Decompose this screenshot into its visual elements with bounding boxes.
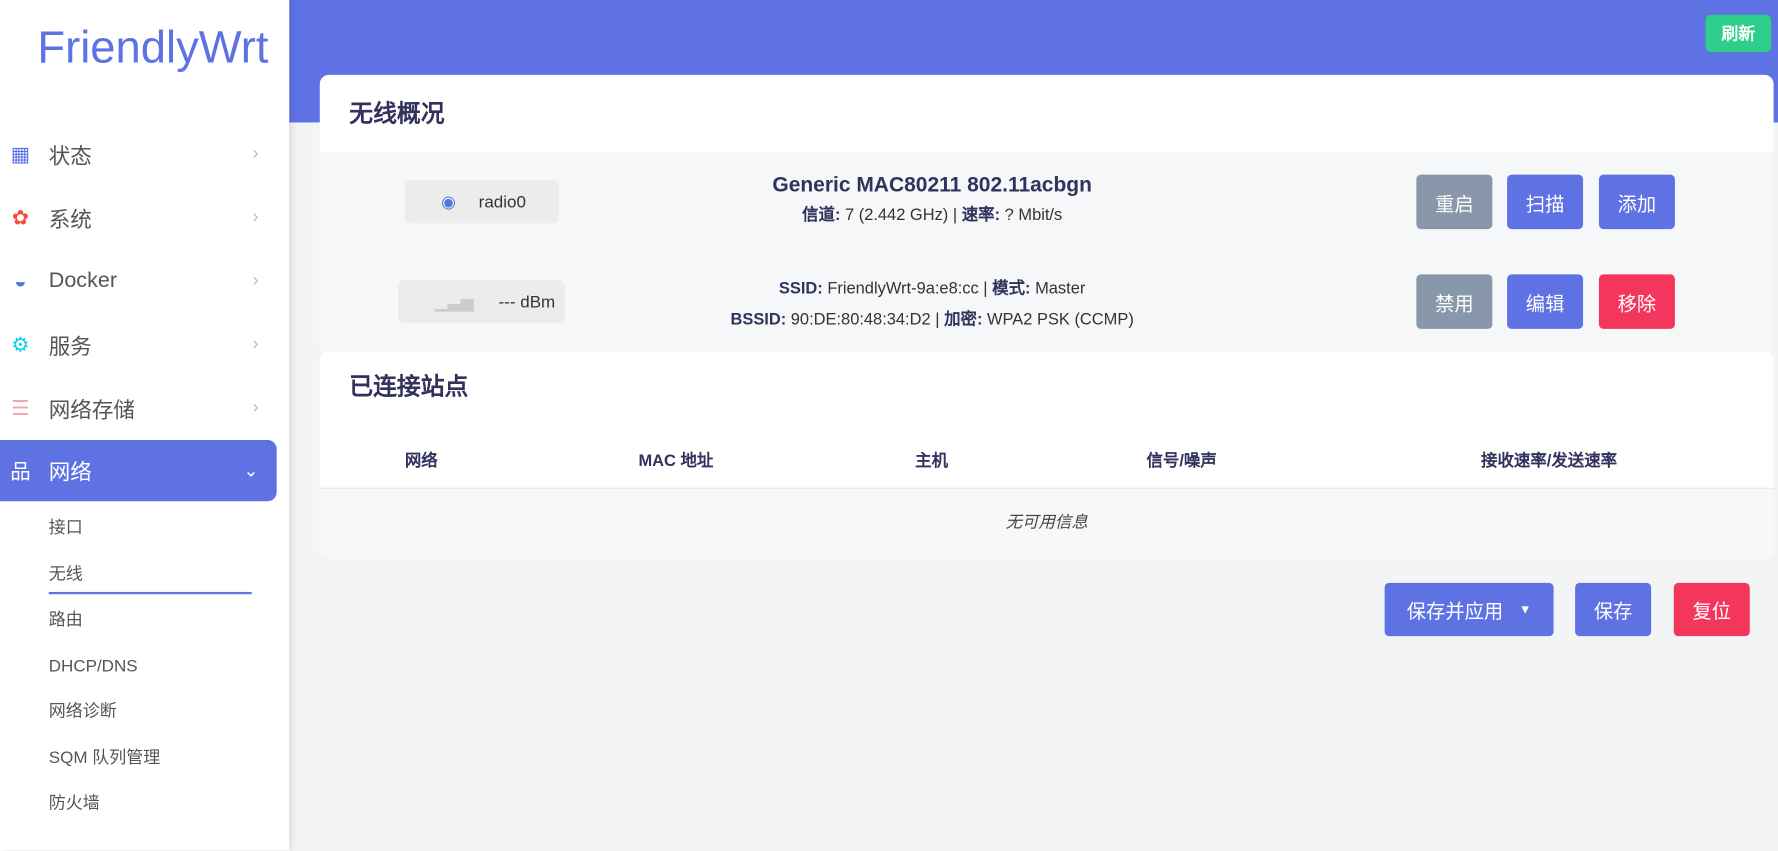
docker-icon: ◒ xyxy=(14,269,27,293)
bssid-value: 90:DE:80:48:34:D2 xyxy=(790,310,931,329)
dashboard-icon: ▦ xyxy=(10,142,31,165)
column-header: 信号/噪声 xyxy=(1146,452,1217,471)
add-button[interactable]: 添加 xyxy=(1598,174,1675,230)
sidebar-item-label: Docker xyxy=(48,268,118,293)
column-header: 主机 xyxy=(915,452,949,471)
restart-button[interactable]: 重启 xyxy=(1416,174,1493,230)
section-title: 已连接站点 xyxy=(349,374,469,401)
chevron-right-icon: › xyxy=(252,207,259,227)
mode-label: 模式: xyxy=(992,280,1031,299)
radio-model: Generic MAC80211 802.11acbgn xyxy=(772,172,1092,197)
sidebar-item-label: 网络 xyxy=(48,460,92,485)
network-info: SSID: FriendlyWrt-9a:e8:cc | 模式: Master … xyxy=(730,280,1134,329)
sidebar-item-label: 状态 xyxy=(48,144,92,169)
wireless-overview-card: 无线概况 ◉ radio0 Generic MAC80211 802.11acbg… xyxy=(319,74,1774,352)
save-apply-label: 保存并应用 xyxy=(1406,601,1504,623)
sidebar-item-label: 服务 xyxy=(48,335,92,359)
signal-icon: ▁▃▅ xyxy=(434,292,474,312)
radio-name: radio0 xyxy=(478,192,526,212)
ssid-label: SSID: xyxy=(778,280,823,299)
column-header: MAC 地址 xyxy=(638,452,714,471)
network-icon: 品 xyxy=(10,460,31,484)
sidebar-item-status[interactable]: ▦ 状态 › xyxy=(0,122,277,186)
rate-label: 速率: xyxy=(961,206,1001,225)
chevron-right-icon: › xyxy=(252,144,259,164)
refresh-button[interactable]: 刷新 xyxy=(1705,14,1772,53)
wireless-rows: ◉ radio0 Generic MAC80211 802.11acbgn 信道:… xyxy=(319,151,1774,352)
ssid-value: FriendlyWrt-9a:e8:cc xyxy=(827,280,979,299)
subitem-routes[interactable]: 路由 xyxy=(0,598,277,644)
column-header: 网络 xyxy=(404,452,438,471)
scan-button[interactable]: 扫描 xyxy=(1507,174,1584,230)
rate-value: ? Mbit/s xyxy=(1004,206,1063,225)
chevron-right-icon: › xyxy=(252,271,259,291)
mode-value: Master xyxy=(1035,280,1086,299)
bssid-label: BSSID: xyxy=(730,310,787,329)
subitem-interfaces[interactable]: 接口 xyxy=(0,506,277,552)
subitem-sqm[interactable]: SQM 队列管理 xyxy=(0,735,277,781)
chevron-right-icon: › xyxy=(252,398,259,418)
chevron-right-icon: › xyxy=(252,334,259,354)
reset-button[interactable]: 复位 xyxy=(1673,582,1750,637)
channel-label: 信道: xyxy=(802,206,841,225)
sidebar-item-nas[interactable]: ☰ 网络存储 › xyxy=(0,376,277,440)
disable-button[interactable]: 禁用 xyxy=(1416,274,1493,329)
subitem-firewall[interactable]: 防火墙 xyxy=(0,781,277,827)
chevron-down-icon: ⌄ xyxy=(243,461,259,481)
radio-icon: ◉ xyxy=(441,192,456,213)
subitem-wireless[interactable]: 无线 xyxy=(0,552,277,598)
subitem-diagnostics[interactable]: 网络诊断 xyxy=(0,689,277,735)
section-title: 无线概况 xyxy=(349,100,445,128)
sidebar-item-label: 系统 xyxy=(48,208,92,232)
database-icon: ☰ xyxy=(11,396,30,420)
empty-message: 无可用信息 xyxy=(1005,513,1088,532)
gears-icon: ⚙ xyxy=(11,332,30,356)
remove-button[interactable]: 移除 xyxy=(1598,274,1675,329)
encryption-label: 加密: xyxy=(944,310,983,329)
logo[interactable]: FriendlyWrt xyxy=(37,23,268,74)
radio-info: Generic MAC80211 802.11acbgn 信道: 7 (2.44… xyxy=(660,172,1204,225)
gear-icon: ✿ xyxy=(11,205,29,229)
encryption-value: WPA2 PSK (CCMP) xyxy=(987,310,1134,329)
sidebar-item-system[interactable]: ✿ 系统 › xyxy=(0,186,277,250)
sidebar: FriendlyWrt ▦ 状态 › ✿ 系统 › ◒ Docker › ⚙ 服务 › ☰ 网络存… xyxy=(0,0,290,851)
save-button[interactable]: 保存 xyxy=(1575,582,1652,637)
empty-row: 无可用信息 xyxy=(319,487,1774,560)
signal-badge: ▁▃▅ --- dBm xyxy=(398,280,565,324)
edit-button[interactable]: 编辑 xyxy=(1507,274,1584,329)
subitem-dhcp-dns[interactable]: DHCP/DNS xyxy=(0,644,277,690)
radio-badge: ◉ radio0 xyxy=(404,180,560,224)
column-header: 接收速率/发送速率 xyxy=(1481,452,1618,471)
sidebar-item-network[interactable]: 品网络 ⌄ xyxy=(0,439,277,502)
sidebar-item-docker[interactable]: ◒ Docker › xyxy=(0,249,277,313)
save-apply-button[interactable]: 保存并应用 ▼ xyxy=(1384,582,1554,637)
channel-value: 7 (2.442 GHz) xyxy=(845,206,949,225)
caret-down-icon[interactable]: ▼ xyxy=(1519,603,1531,617)
signal-value: --- dBm xyxy=(498,292,556,312)
sidebar-item-services[interactable]: ⚙ 服务 › xyxy=(0,313,277,377)
sidebar-item-label: 网络存储 xyxy=(48,398,135,423)
